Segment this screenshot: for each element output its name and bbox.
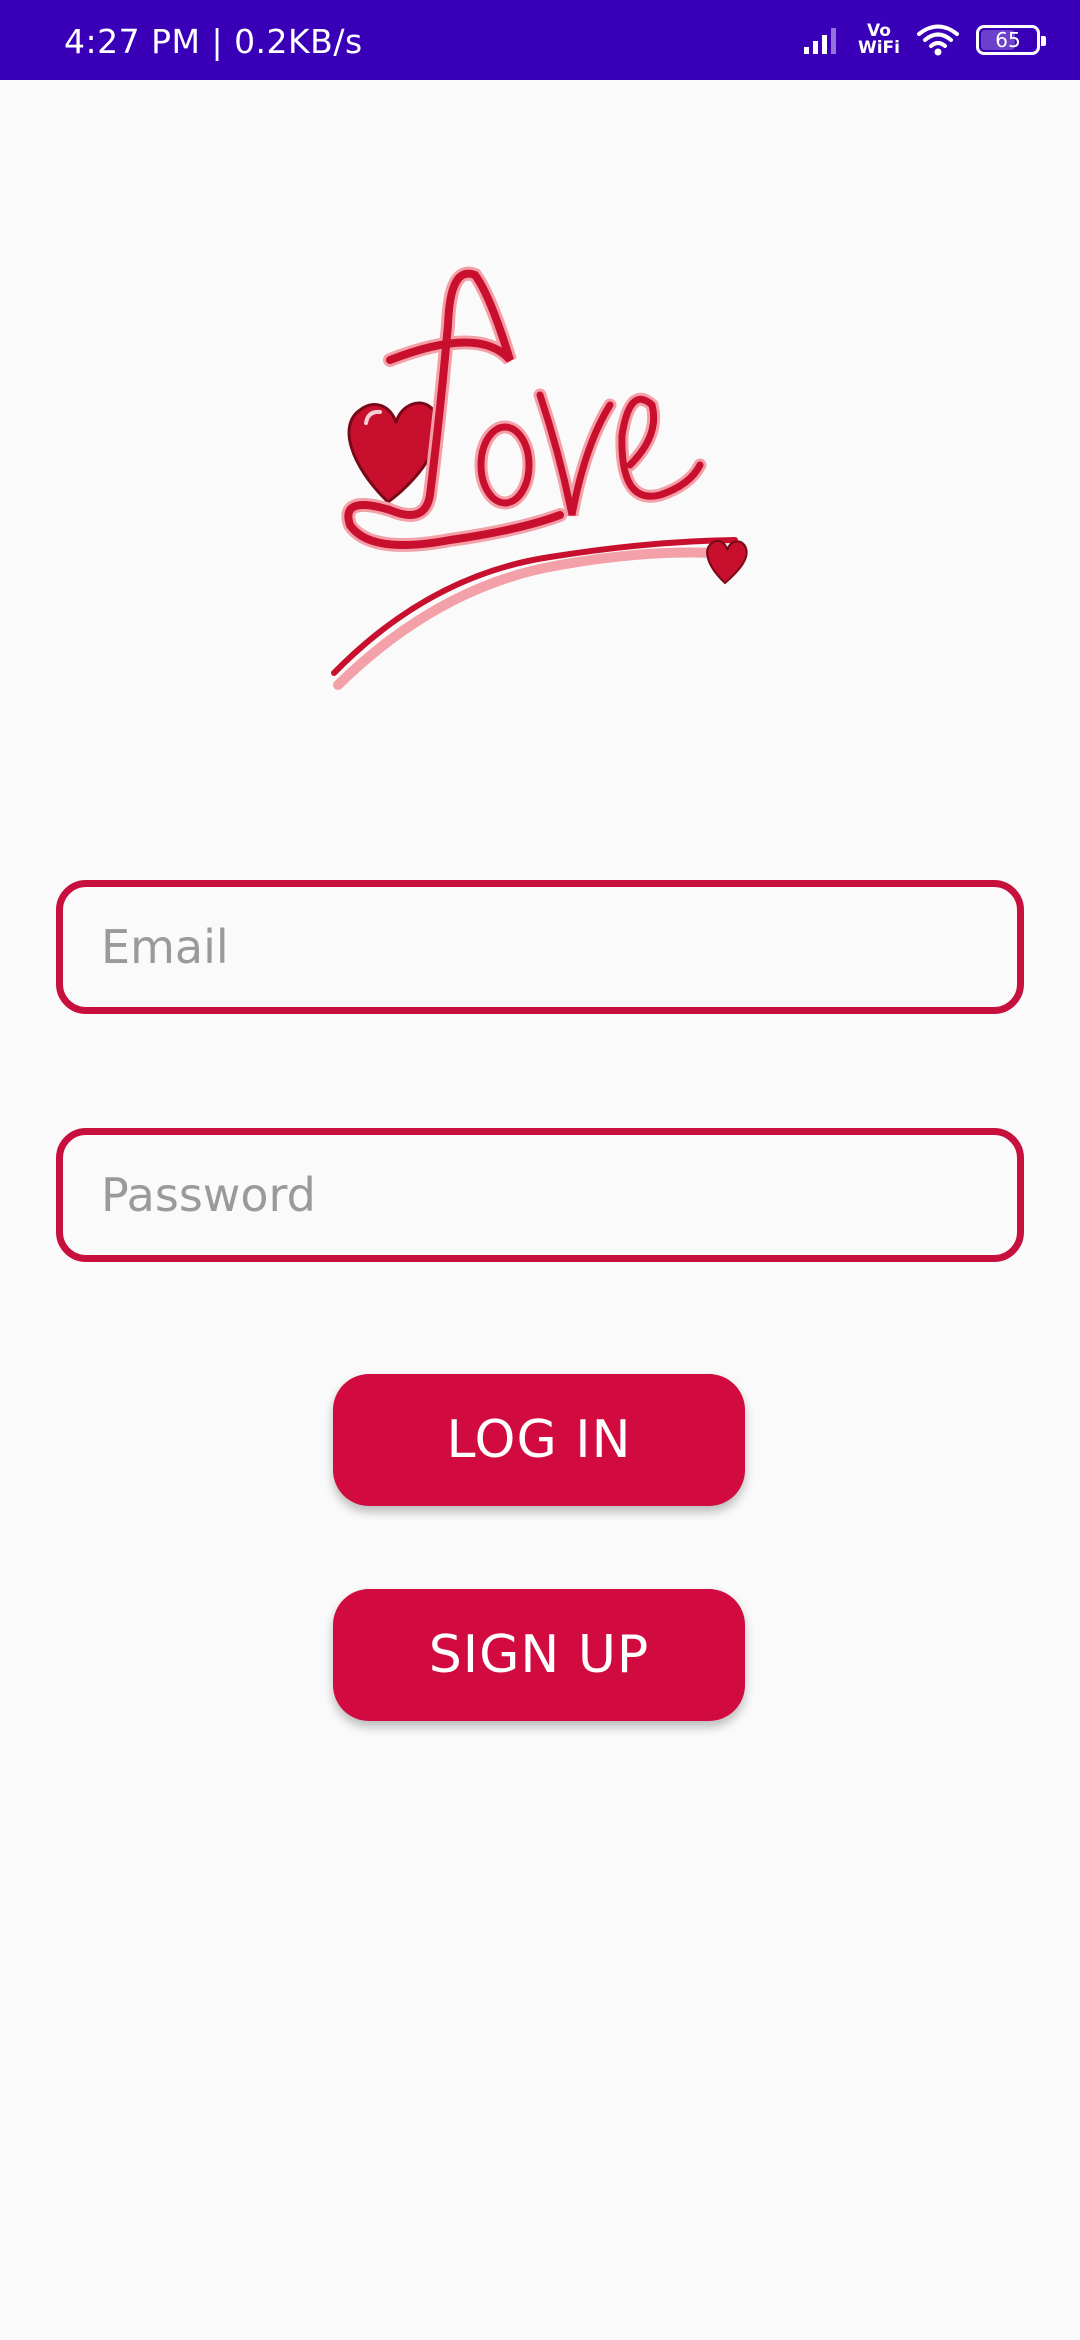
battery-level-text: 65 bbox=[995, 28, 1021, 52]
wifi-icon bbox=[916, 23, 960, 57]
password-field-container bbox=[56, 1128, 1024, 1262]
login-button[interactable]: LOG IN bbox=[333, 1374, 745, 1506]
vowifi-icon: Vo WiFi bbox=[858, 23, 900, 57]
status-time-speed: 4:27 PM | 0.2KB/s bbox=[64, 22, 363, 61]
signal-icon bbox=[802, 25, 842, 55]
status-bar: 4:27 PM | 0.2KB/s Vo WiFi 65 bbox=[0, 0, 1080, 80]
email-field-container bbox=[56, 880, 1024, 1014]
vowifi-label-bottom: WiFi bbox=[857, 38, 900, 58]
signup-button[interactable]: SIGN UP bbox=[333, 1589, 745, 1721]
email-input[interactable] bbox=[63, 920, 1017, 974]
battery-icon: 65 bbox=[976, 25, 1046, 55]
password-input[interactable] bbox=[63, 1168, 1017, 1222]
love-logo bbox=[330, 265, 750, 695]
status-icons: Vo WiFi 65 bbox=[802, 18, 1046, 62]
